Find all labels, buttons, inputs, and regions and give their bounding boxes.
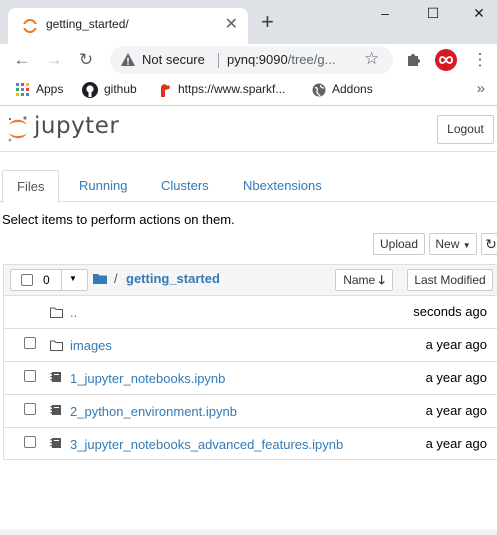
logout-button[interactable]: Logout	[437, 115, 494, 144]
jupyter-logo-text: jupyter	[34, 113, 120, 139]
file-list-row: 1_jupyter_notebooks.ipynb a year ago	[4, 362, 497, 395]
more-bookmarks-icon[interactable]: »	[477, 80, 485, 97]
horizontal-scrollbar[interactable]	[0, 530, 497, 535]
file-name-link[interactable]: 2_python_environment.ipynb	[70, 404, 237, 419]
breadcrumb-current-dir[interactable]: getting_started	[126, 271, 220, 286]
file-modified: a year ago	[425, 436, 487, 451]
new-dropdown-button[interactable]: New ▼	[429, 233, 477, 255]
arrow-down-icon: 🡓	[378, 273, 385, 287]
bookmark-github[interactable]: github	[82, 82, 137, 98]
bookmark-sparkfun[interactable]: https://www.sparkf...	[158, 82, 285, 98]
url-host: pynq:9090	[227, 52, 288, 67]
url-text[interactable]: pynq:9090/tree/g...	[227, 52, 335, 67]
notebook-icon	[50, 437, 62, 452]
file-modified: seconds ago	[413, 304, 487, 319]
address-bar[interactable]: Not secure pynq:9090/tree/g... ☆	[110, 46, 393, 74]
apps-grid-icon	[16, 82, 29, 96]
select-all-dropdown[interactable]: 0 ▼	[10, 269, 88, 291]
caret-down-icon: ▼	[69, 274, 77, 283]
omnibox-divider	[218, 53, 219, 68]
jupyter-logo-icon[interactable]	[6, 115, 30, 143]
sort-by-modified-button[interactable]: Last Modified	[407, 269, 493, 291]
file-list-row: 2_python_environment.ipynb a year ago	[4, 395, 497, 428]
dropdown-divider	[61, 270, 62, 290]
folder-icon	[50, 339, 63, 354]
file-name-link[interactable]: 3_jupyter_notebooks_advanced_features.ip…	[70, 437, 343, 452]
jupyter-favicon-icon	[22, 19, 38, 33]
tab-running[interactable]: Running	[79, 170, 127, 202]
infinity-logo-icon	[439, 56, 453, 64]
selected-count: 0	[43, 273, 50, 287]
file-modified: a year ago	[425, 337, 487, 352]
notebook-icon	[50, 404, 62, 419]
jupyter-tabs: Files Running Clusters Nbextensions	[0, 170, 497, 203]
chrome-menu-icon[interactable]: ⋮	[468, 48, 492, 72]
tab-title: getting_started/	[46, 17, 129, 31]
back-icon[interactable]: ←	[10, 48, 34, 72]
tab-clusters[interactable]: Clusters	[161, 170, 209, 202]
globe-icon	[312, 83, 326, 97]
bookmark-label: Apps	[36, 82, 64, 96]
folder-icon	[50, 306, 63, 321]
row-checkbox[interactable]	[24, 337, 36, 349]
browser-tab-strip: getting_started/ ✕ + – ☐ ✕	[0, 0, 497, 44]
file-list-row: images a year ago	[4, 329, 497, 362]
refresh-icon: ↻	[485, 236, 497, 252]
file-list-row: .. seconds ago	[4, 296, 497, 329]
extensions-puzzle-icon[interactable]	[405, 52, 421, 68]
tab-files[interactable]: Files	[2, 170, 60, 203]
browser-toolbar: ← → ↻ Not secure pynq:9090/tree/g... ☆ ⋮	[0, 44, 497, 76]
minimize-icon[interactable]: –	[370, 4, 400, 24]
upload-button[interactable]: Upload	[373, 233, 425, 255]
row-checkbox[interactable]	[24, 436, 36, 448]
new-tab-icon[interactable]: +	[261, 10, 274, 34]
url-path: /tree/g...	[287, 52, 336, 67]
browser-tab[interactable]: getting_started/ ✕	[8, 8, 248, 44]
bookmark-label: Addons	[332, 82, 373, 96]
bookmark-label: https://www.sparkf...	[178, 82, 286, 97]
file-name-link[interactable]: ..	[70, 305, 77, 320]
sparkfun-icon	[161, 84, 170, 97]
refresh-button[interactable]: ↻	[481, 233, 497, 255]
maximize-icon[interactable]: ☐	[418, 4, 448, 24]
file-name-link[interactable]: images	[70, 338, 112, 353]
profile-avatar[interactable]	[435, 49, 457, 71]
warning-icon	[121, 53, 135, 66]
not-secure-label: Not secure	[142, 52, 205, 67]
folder-icon[interactable]	[93, 273, 107, 284]
row-checkbox[interactable]	[24, 403, 36, 415]
file-list-panel: 0 ▼ / getting_started Name 🡓 Last Modifi…	[3, 264, 497, 460]
file-name-link[interactable]: 1_jupyter_notebooks.ipynb	[70, 371, 225, 386]
file-modified: a year ago	[425, 370, 487, 385]
notebook-icon	[50, 371, 62, 386]
bookmark-addons[interactable]: Addons	[312, 82, 373, 97]
sort-by-name-button[interactable]: Name 🡓	[335, 269, 393, 291]
jupyter-header: jupyter Logout	[0, 107, 497, 152]
new-label: New	[435, 237, 460, 251]
close-tab-icon[interactable]: ✕	[225, 15, 238, 35]
close-window-icon[interactable]: ✕	[464, 4, 494, 24]
tab-nbextensions[interactable]: Nbextensions	[243, 170, 322, 202]
select-all-checkbox[interactable]	[21, 274, 33, 286]
file-list-header: 0 ▼ / getting_started Name 🡓 Last Modifi…	[4, 265, 497, 296]
selection-hint: Select items to perform actions on them.	[2, 212, 235, 227]
row-checkbox[interactable]	[24, 370, 36, 382]
caret-down-icon: ▼	[462, 241, 471, 250]
forward-icon[interactable]: →	[42, 48, 66, 72]
bookmark-apps[interactable]: Apps	[16, 82, 63, 97]
bookmarks-bar: Apps github https://www.sparkf... Addons…	[0, 76, 497, 106]
reload-icon[interactable]: ↻	[74, 48, 98, 72]
bookmark-label: github	[104, 82, 137, 97]
bookmark-star-icon[interactable]: ☆	[364, 49, 379, 69]
breadcrumb-separator: /	[114, 271, 118, 286]
github-icon	[82, 82, 98, 98]
sort-name-label: Name	[343, 273, 376, 287]
file-list-row: 3_jupyter_notebooks_advanced_features.ip…	[4, 428, 497, 461]
file-modified: a year ago	[425, 403, 487, 418]
